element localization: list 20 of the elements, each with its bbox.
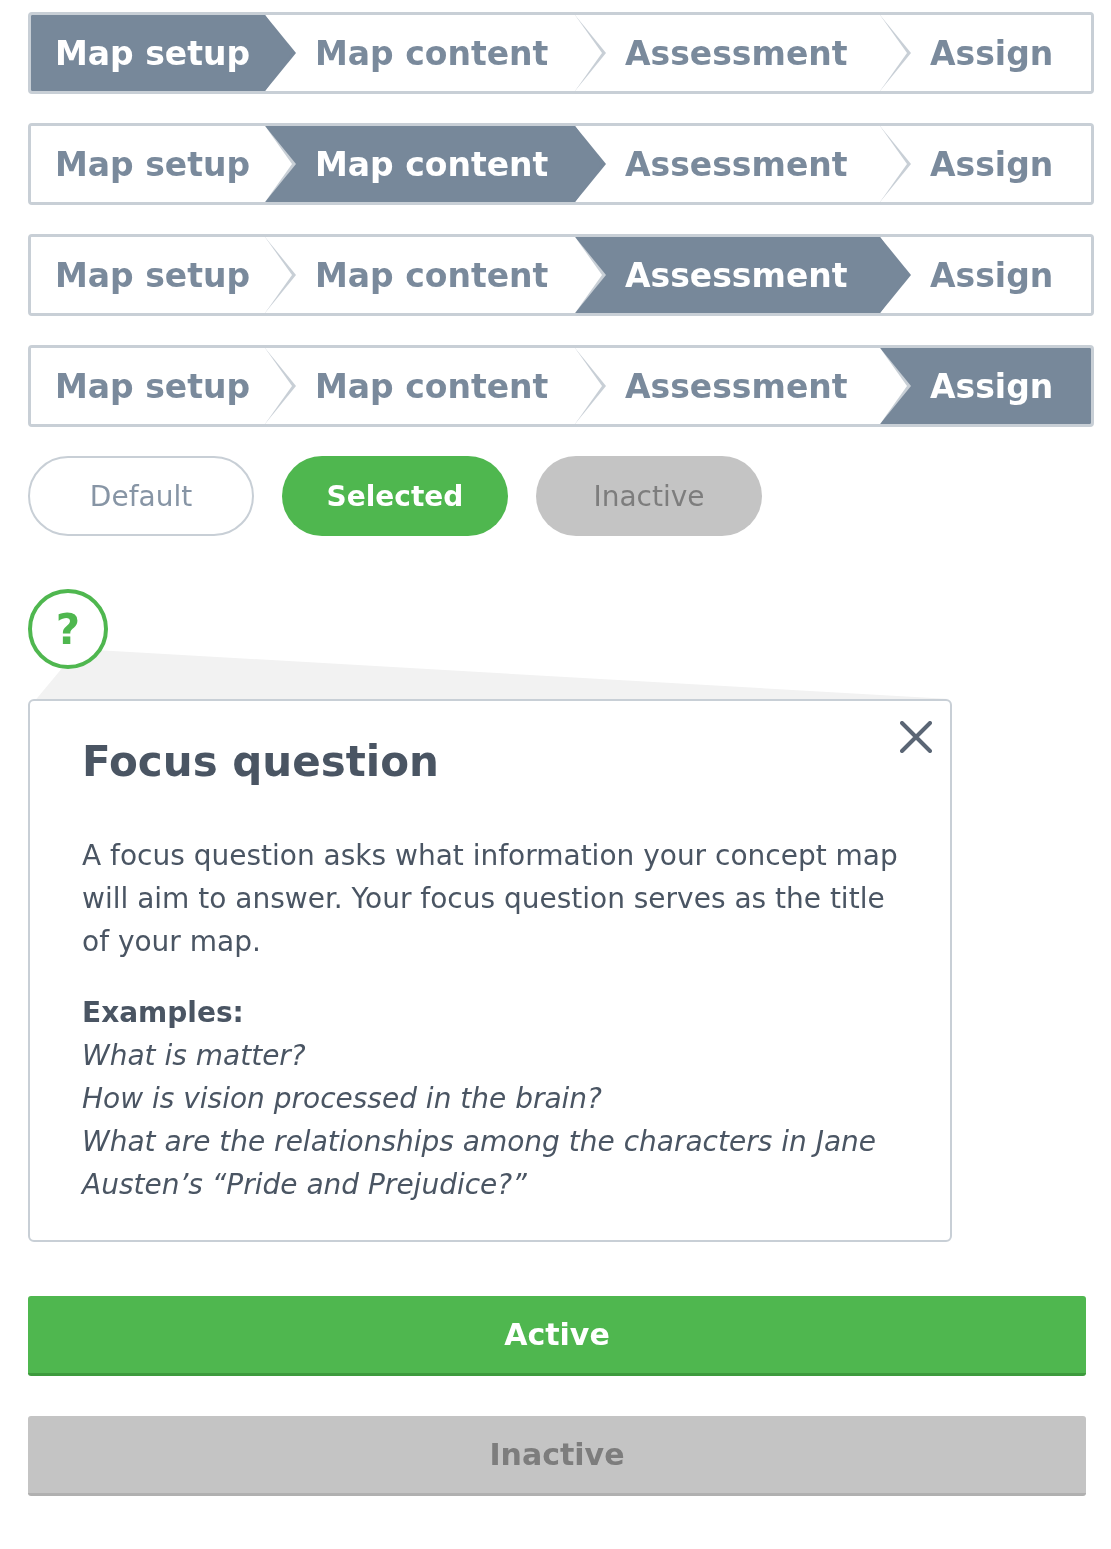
pill-button[interactable]: Inactive	[536, 456, 762, 536]
popup-title: Focus question	[82, 737, 440, 786]
examples-label: Examples:	[82, 995, 245, 1031]
step-tab[interactable]: Assign	[880, 15, 1091, 91]
example-question: How is vision processed in the brain?	[82, 1081, 603, 1117]
step-tab[interactable]: Assign	[880, 126, 1091, 202]
close-icon[interactable]	[900, 721, 932, 753]
pill-button[interactable]: Selected	[282, 456, 508, 536]
step-tab[interactable]: Assign	[880, 348, 1091, 424]
example-question: What are the relationships among the characters in Jane Austen’s “Pride and Prejudice?”	[82, 1124, 878, 1203]
wide-button[interactable]: Active	[28, 1296, 1086, 1376]
popup-text: A focus question asks what information your concept map will aim to answer. Your focus question serves as the title of your map.	[82, 838, 898, 960]
help-icon[interactable]: ?	[28, 589, 108, 669]
wide-button[interactable]: Inactive	[28, 1416, 1086, 1496]
step-tab[interactable]: Map content	[265, 126, 575, 202]
step-tab[interactable]: Map setup	[31, 15, 265, 91]
step-tab[interactable]: Assign	[880, 237, 1091, 313]
example-question: What is matter?	[82, 1038, 307, 1074]
step-tab[interactable]: Assessment	[575, 237, 880, 313]
pill-button[interactable]: Default	[28, 456, 254, 536]
